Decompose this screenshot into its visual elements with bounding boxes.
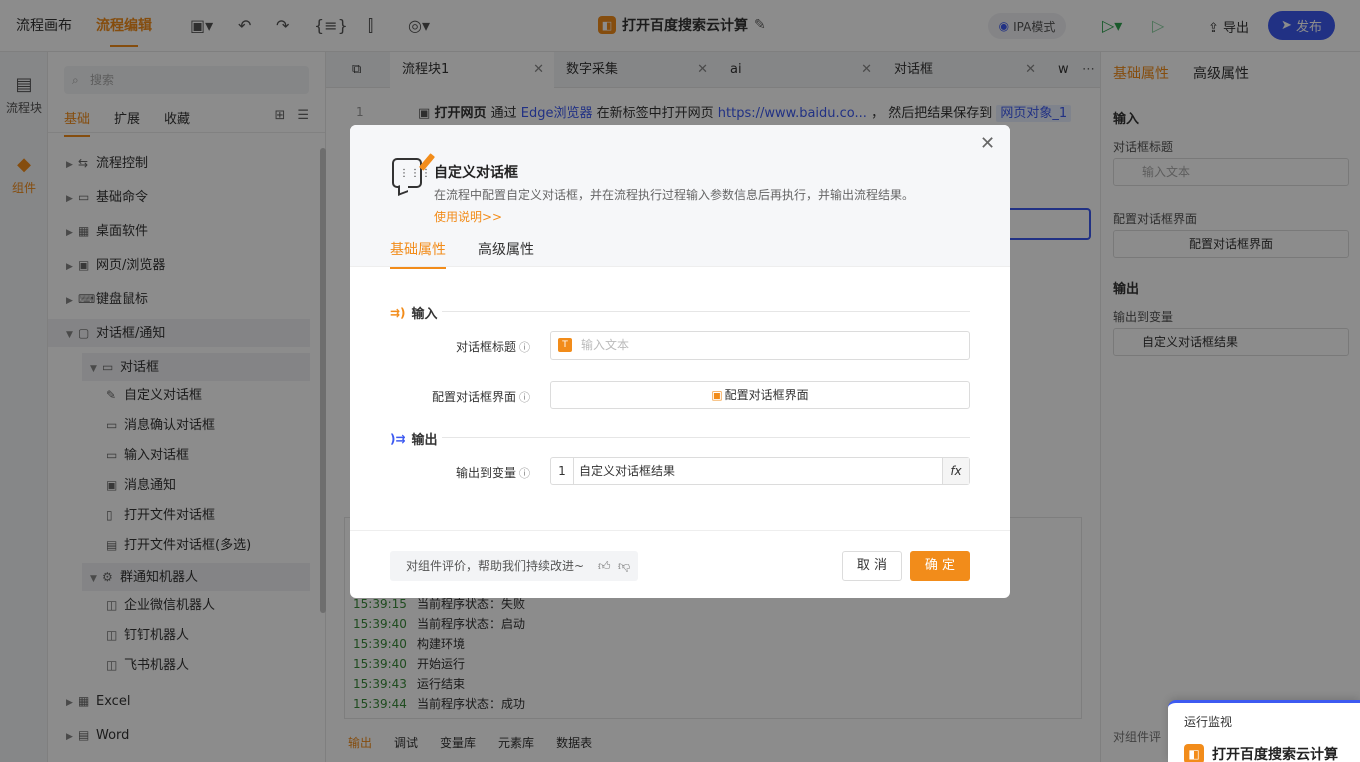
- output-section-title: 输出: [411, 433, 438, 448]
- info-icon[interactable]: ⓘ: [519, 341, 530, 354]
- run-monitor-title: ◧ 打开百度搜索云计算: [1184, 744, 1338, 762]
- dialog-edit-icon: ⋮⋮⋮: [392, 153, 436, 188]
- divider: [442, 311, 970, 312]
- divider: [442, 437, 970, 438]
- fx-button[interactable]: fx: [942, 458, 969, 484]
- app-logo-icon: ◧: [1184, 744, 1204, 762]
- input-arrow-icon: ⇉): [390, 305, 406, 320]
- output-var-label: 输出到变量 ⓘ: [350, 464, 530, 481]
- run-monitor-title-text: 打开百度搜索云计算: [1212, 747, 1338, 762]
- input-placeholder: 输入文本: [581, 338, 630, 352]
- help-link[interactable]: 使用说明>>: [434, 208, 502, 225]
- feedback-text: 对组件评价，帮助我们持续改进~: [406, 559, 585, 573]
- run-monitor-label: 运行监视: [1184, 715, 1233, 729]
- info-icon[interactable]: ⓘ: [519, 391, 530, 404]
- feedback-bar: 对组件评价，帮助我们持续改进~ 👍︎ 👎︎: [390, 551, 638, 581]
- dialog-title-label: 对话框标题 ⓘ: [350, 338, 530, 355]
- info-icon[interactable]: ⓘ: [519, 467, 530, 480]
- thumbs-up-icon[interactable]: 👍︎: [598, 551, 611, 581]
- output-section: )⇉ 输出: [390, 429, 438, 449]
- close-icon[interactable]: ✕: [980, 133, 995, 154]
- custom-dialog-modal: ⋮⋮⋮ 自定义对话框 在流程中配置自定义对话框，并在流程执行过程输入参数信息后再…: [350, 125, 1010, 598]
- modal-footer-divider: [350, 530, 1010, 531]
- modal-header: ⋮⋮⋮ 自定义对话框 在流程中配置自定义对话框，并在流程执行过程输入参数信息后再…: [350, 125, 1010, 269]
- modal-title: 自定义对话框: [434, 165, 518, 181]
- dialog-title-input[interactable]: T 输入文本: [550, 331, 970, 360]
- output-var-input[interactable]: 1 自定义对话框结果 fx: [550, 457, 970, 485]
- run-monitor-card[interactable]: 运行监视 ◧ 打开百度搜索云计算: [1168, 700, 1360, 762]
- input-section-title: 输入: [411, 307, 438, 322]
- tab-basic-props[interactable]: 基础属性: [390, 239, 446, 269]
- button-label: 配置对话框界面: [724, 388, 809, 402]
- cancel-button[interactable]: 取 消: [842, 551, 902, 581]
- confirm-button[interactable]: 确 定: [910, 551, 970, 581]
- input-section: ⇉) 输入: [390, 303, 438, 323]
- tab-advanced-props[interactable]: 高级属性: [478, 239, 534, 269]
- text-type-icon: T: [558, 338, 572, 352]
- modal-description: 在流程中配置自定义对话框，并在流程执行过程输入参数信息后再执行，并输出流程结果。: [434, 188, 915, 202]
- label-text: 配置对话框界面: [431, 390, 516, 404]
- label-text: 对话框标题: [455, 340, 516, 354]
- config-dialog-button[interactable]: ▣ 配置对话框界面: [550, 381, 970, 409]
- label-text: 输出到变量: [455, 466, 516, 480]
- config-dialog-label: 配置对话框界面 ⓘ: [350, 388, 530, 405]
- config-icon: ▣: [711, 388, 723, 402]
- output-arrow-icon: )⇉: [390, 431, 406, 446]
- var-value: 自定义对话框结果: [579, 464, 676, 478]
- modal-tabs: 基础属性 高级属性: [390, 239, 534, 269]
- var-index: 1: [551, 458, 574, 484]
- thumbs-down-icon[interactable]: 👎︎: [618, 551, 630, 581]
